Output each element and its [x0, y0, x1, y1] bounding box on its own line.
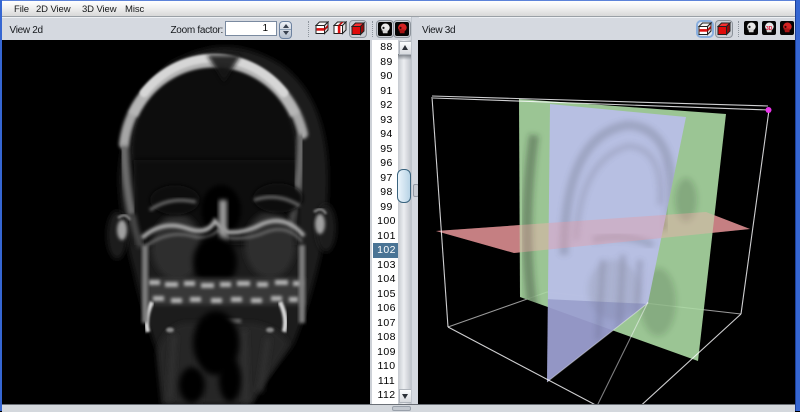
- svg-text:3D: 3D: [766, 26, 773, 32]
